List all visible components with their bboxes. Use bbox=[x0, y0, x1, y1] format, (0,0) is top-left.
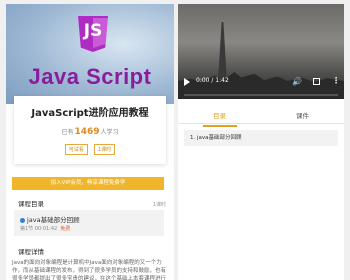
lesson-title: java基础部分回顾 bbox=[27, 216, 80, 224]
video-frame-tower bbox=[218, 22, 227, 82]
fullscreen-icon[interactable] bbox=[313, 78, 320, 85]
free-badge: 免费 bbox=[60, 226, 71, 232]
js-logo-icon: JS bbox=[78, 16, 108, 52]
banner-text: Java Script bbox=[28, 64, 152, 89]
tag-lessons: 1课时 bbox=[93, 144, 116, 155]
tab-bar: 目录 课件 bbox=[178, 108, 344, 124]
more-options-icon[interactable]: ⋮ bbox=[332, 76, 340, 85]
video-player[interactable]: 0:00 / 1:42 🔊 ⋮ bbox=[178, 4, 344, 99]
volume-icon[interactable]: 🔊 bbox=[292, 77, 302, 86]
catalog-heading: 课程目录 bbox=[18, 200, 44, 208]
lesson-meta: 第1节 00:01:42 bbox=[20, 226, 58, 232]
catalog-count: 1课时 bbox=[152, 202, 166, 208]
course-description: Java的面向对象编程是计算机中Java面向对象编程的又一个力作，而从基础课程的… bbox=[12, 260, 167, 280]
course-info: JavaScript进阶应用教程 已有1469人学习 可试看 1课时 bbox=[14, 96, 166, 164]
learner-prefix: 已有 bbox=[61, 129, 74, 136]
join-vip-button[interactable]: 加入VIP会员，畅享课程免费学 bbox=[12, 177, 164, 190]
js-logo-text: JS bbox=[83, 21, 103, 41]
learner-count: 已有1469人学习 bbox=[14, 127, 166, 137]
tab-catalog[interactable]: 目录 bbox=[178, 108, 261, 124]
tag-trial: 可试看 bbox=[64, 144, 88, 155]
play-circle-icon bbox=[20, 218, 25, 223]
course-card: JS Java Script JavaScript进阶应用教程 已有1469人学… bbox=[6, 4, 174, 280]
player-panel: 0:00 / 1:42 🔊 ⋮ 目录 课件 1. java基础部分回顾 bbox=[178, 4, 344, 280]
video-time: 0:00 / 1:42 bbox=[196, 77, 229, 84]
details-heading: 课程详情 bbox=[18, 248, 44, 256]
play-icon[interactable] bbox=[184, 78, 190, 86]
lesson-item[interactable]: java基础部分回顾 第1节 00:01:42 免费 bbox=[14, 210, 164, 236]
learner-suffix: 人学习 bbox=[100, 129, 119, 136]
video-controls: 0:00 / 1:42 🔊 ⋮ bbox=[178, 74, 344, 90]
tab-courseware[interactable]: 课件 bbox=[261, 108, 344, 124]
course-banner: JS Java Script bbox=[6, 4, 174, 104]
toc-item[interactable]: 1. java基础部分回顾 bbox=[184, 130, 338, 146]
tab-divider bbox=[178, 123, 344, 124]
course-title: JavaScript进阶应用教程 bbox=[31, 108, 149, 119]
learner-number: 1469 bbox=[74, 127, 100, 137]
video-progress-bar[interactable] bbox=[184, 94, 338, 96]
